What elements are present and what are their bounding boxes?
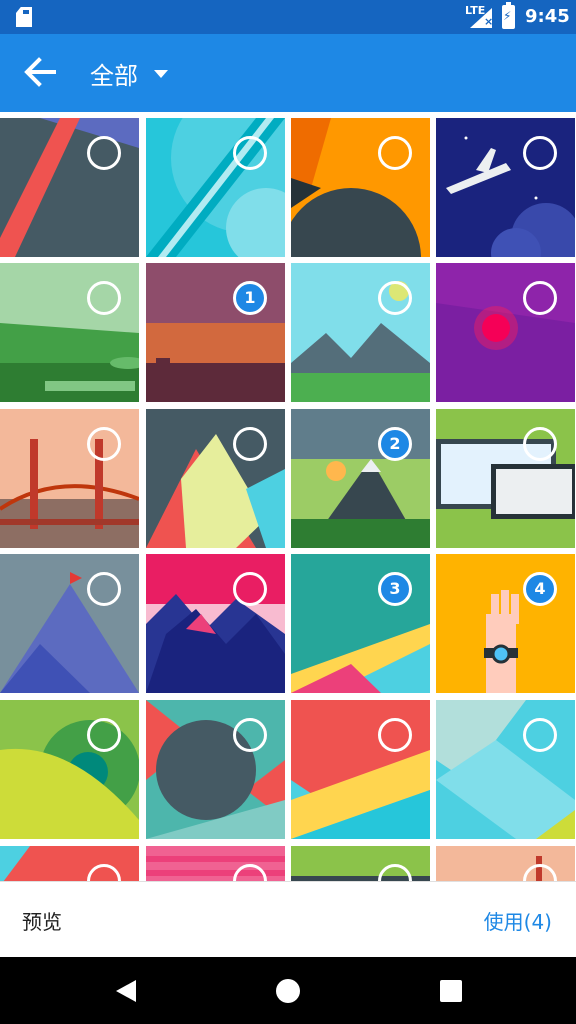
nav-recents-icon[interactable] bbox=[440, 980, 462, 1002]
select-circle[interactable] bbox=[378, 136, 412, 170]
nav-home-icon[interactable] bbox=[276, 979, 300, 1003]
grid-tile[interactable] bbox=[146, 118, 285, 257]
selection-badge[interactable]: 1 bbox=[233, 281, 267, 315]
select-circle[interactable] bbox=[523, 281, 557, 315]
select-circle[interactable] bbox=[378, 281, 412, 315]
grid-tile[interactable] bbox=[146, 409, 285, 548]
battery-charging-icon bbox=[502, 2, 515, 29]
select-circle[interactable] bbox=[523, 136, 557, 170]
select-circle[interactable] bbox=[233, 572, 267, 606]
select-circle[interactable] bbox=[87, 427, 121, 461]
grid-tile[interactable] bbox=[146, 554, 285, 693]
grid-tile[interactable] bbox=[0, 554, 139, 693]
no-signal-icon: × bbox=[484, 15, 494, 28]
grid-tile[interactable] bbox=[146, 700, 285, 839]
select-circle[interactable] bbox=[87, 136, 121, 170]
preview-button[interactable]: 预览 bbox=[22, 906, 62, 935]
select-circle[interactable] bbox=[87, 281, 121, 315]
grid-tile[interactable] bbox=[0, 118, 139, 257]
grid-tile[interactable] bbox=[436, 263, 575, 402]
image-grid: 1 2 3 4 bbox=[0, 112, 576, 881]
use-button[interactable]: 使用(4) bbox=[484, 906, 552, 935]
grid-tile[interactable] bbox=[291, 846, 430, 881]
grid-tile[interactable] bbox=[0, 409, 139, 548]
selection-badge[interactable]: 2 bbox=[378, 427, 412, 461]
selection-badge[interactable]: 4 bbox=[523, 572, 557, 606]
select-circle[interactable] bbox=[523, 427, 557, 461]
select-circle[interactable] bbox=[87, 572, 121, 606]
grid-tile[interactable]: 4 bbox=[436, 554, 575, 693]
grid-tile[interactable] bbox=[436, 118, 575, 257]
grid-tile[interactable]: 3 bbox=[291, 554, 430, 693]
grid-tile[interactable] bbox=[291, 118, 430, 257]
select-circle[interactable] bbox=[233, 427, 267, 461]
select-circle[interactable] bbox=[523, 718, 557, 752]
grid-tile[interactable] bbox=[436, 409, 575, 548]
bottom-action-bar: 预览 使用(4) bbox=[0, 881, 576, 958]
back-arrow-icon[interactable] bbox=[20, 52, 60, 92]
select-circle[interactable] bbox=[87, 718, 121, 752]
grid-tile[interactable] bbox=[0, 263, 139, 402]
grid-tile[interactable]: 2 bbox=[291, 409, 430, 548]
grid-tile[interactable] bbox=[291, 263, 430, 402]
sd-card-icon bbox=[16, 7, 32, 27]
grid-tile[interactable]: 1 bbox=[146, 263, 285, 402]
grid-tile[interactable] bbox=[436, 700, 575, 839]
dropdown-caret-icon[interactable] bbox=[154, 70, 168, 78]
system-nav-bar bbox=[0, 957, 576, 1024]
select-circle[interactable] bbox=[378, 718, 412, 752]
status-bar: LTE × 9:45 bbox=[0, 0, 576, 34]
grid-tile[interactable] bbox=[146, 846, 285, 881]
grid-tile[interactable] bbox=[436, 846, 575, 881]
album-filter-title[interactable]: 全部 bbox=[90, 56, 138, 91]
network-type: LTE bbox=[465, 4, 486, 17]
select-circle[interactable] bbox=[233, 136, 267, 170]
grid-tile[interactable] bbox=[0, 700, 139, 839]
clock: 9:45 bbox=[525, 6, 570, 27]
grid-tile[interactable] bbox=[0, 846, 139, 881]
grid-tile[interactable] bbox=[291, 700, 430, 839]
nav-back-icon[interactable] bbox=[116, 980, 136, 1002]
app-bar: 全部 bbox=[0, 34, 576, 112]
selection-badge[interactable]: 3 bbox=[378, 572, 412, 606]
select-circle[interactable] bbox=[233, 718, 267, 752]
